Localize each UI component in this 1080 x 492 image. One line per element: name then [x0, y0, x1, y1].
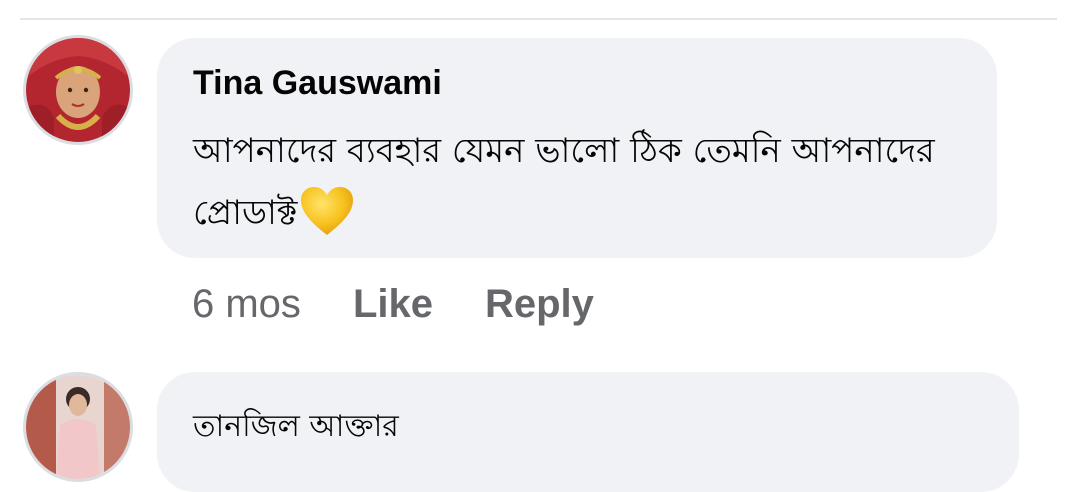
- avatar-image: [26, 38, 130, 142]
- comment-text: আপনাদের ব্যবহার যেমন ভালো ঠিক তেমনি আপনা…: [193, 120, 983, 244]
- comment-bubble: Tina Gauswami আপনাদের ব্যবহার যেমন ভালো …: [157, 38, 997, 258]
- reply-button[interactable]: Reply: [485, 282, 594, 327]
- like-button[interactable]: Like: [353, 282, 433, 327]
- comment-author[interactable]: Tina Gauswami: [193, 64, 442, 103]
- comment-actions: 6 mos Like Reply: [192, 282, 594, 327]
- avatar[interactable]: [26, 38, 130, 142]
- comment-bubble: তানজিল আক্তার: [157, 372, 1019, 492]
- avatar[interactable]: [26, 375, 130, 479]
- yellow-heart-icon: [301, 186, 354, 235]
- avatar-image: [26, 375, 130, 479]
- comment-author[interactable]: তানজিল আক্তার: [193, 402, 399, 453]
- top-divider: [20, 18, 1057, 20]
- comment-timestamp[interactable]: 6 mos: [192, 282, 301, 327]
